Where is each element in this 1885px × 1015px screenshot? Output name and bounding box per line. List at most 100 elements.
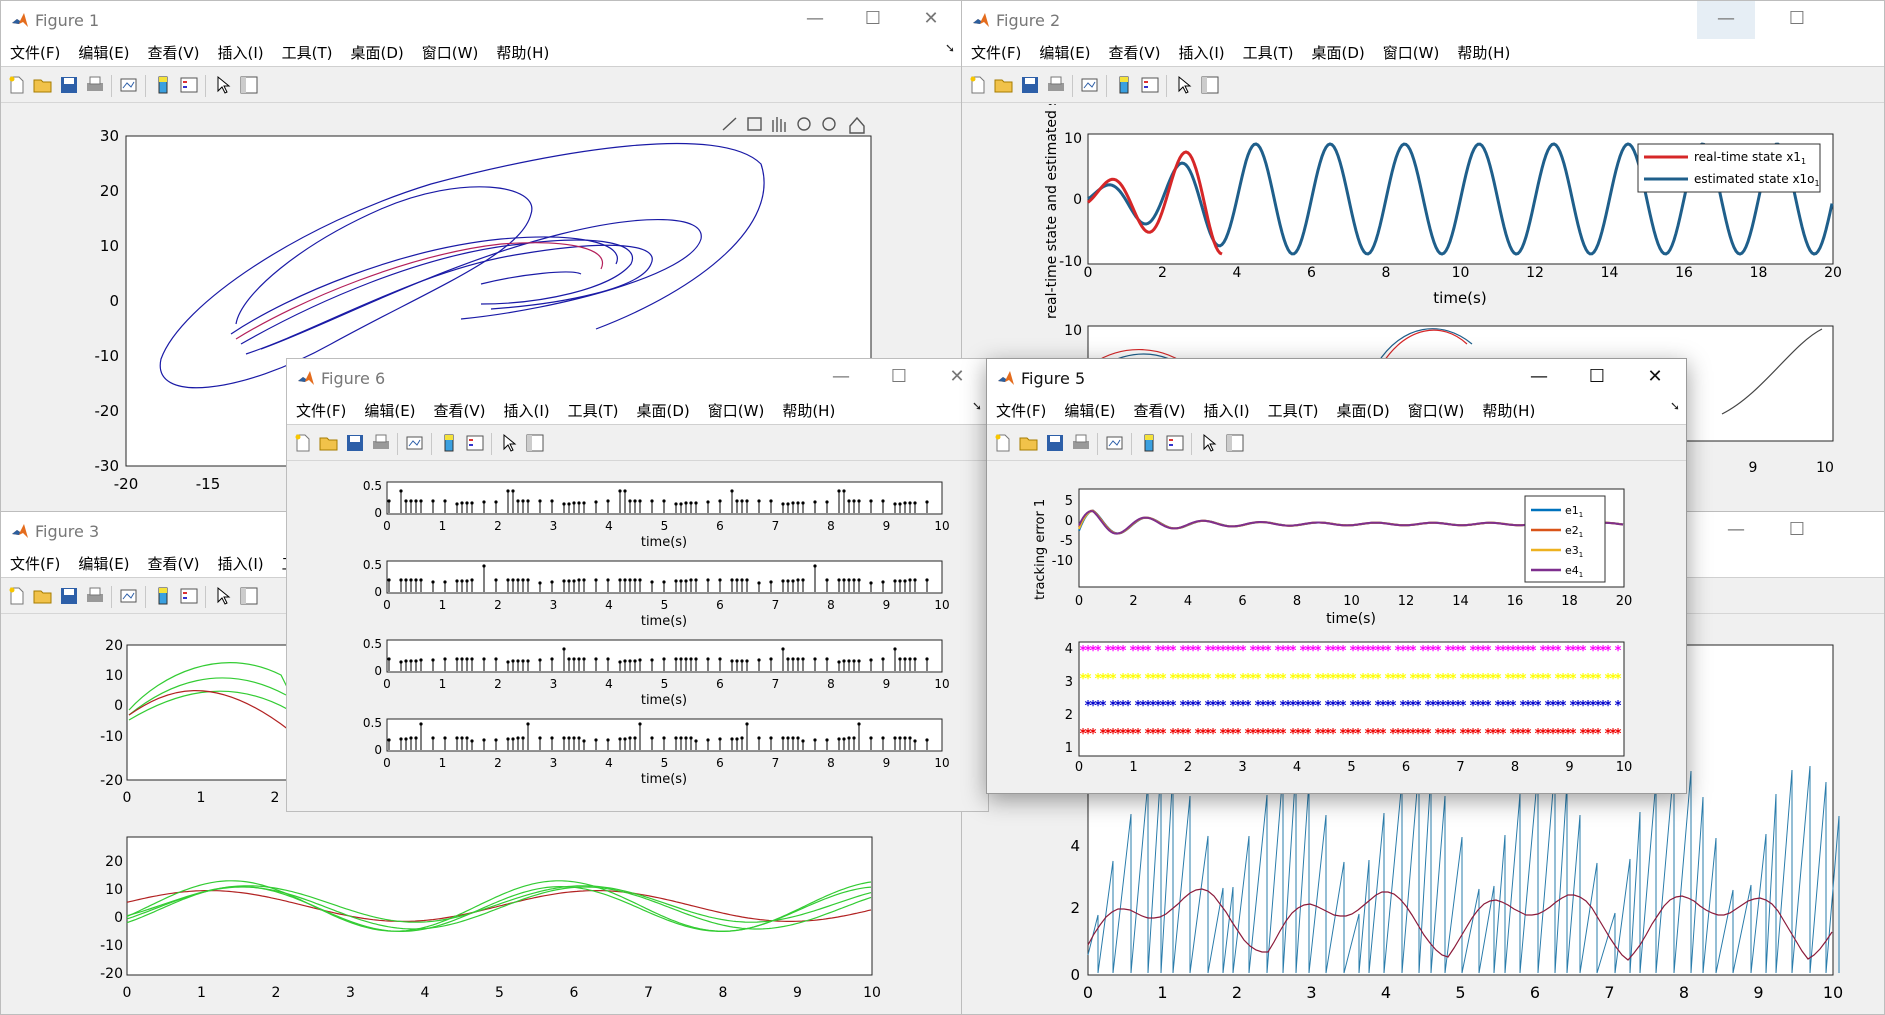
pointer-icon[interactable] bbox=[213, 586, 233, 606]
menu-tools[interactable]: 工具(T) bbox=[273, 39, 342, 67]
menu-insert[interactable]: 插入(I) bbox=[209, 39, 273, 67]
property-editor-icon[interactable] bbox=[1225, 433, 1245, 453]
pan-icon[interactable] bbox=[772, 117, 786, 132]
menu-window[interactable]: 窗口(W) bbox=[699, 397, 774, 425]
print-icon[interactable] bbox=[1046, 75, 1066, 95]
menu-window[interactable]: 窗口(W) bbox=[1399, 397, 1474, 425]
menu-desktop[interactable]: 桌面(D) bbox=[1303, 39, 1374, 67]
print-icon[interactable] bbox=[85, 586, 105, 606]
open-folder-icon[interactable] bbox=[319, 433, 339, 453]
colorbar-icon[interactable] bbox=[1114, 75, 1134, 95]
link-figure-icon[interactable] bbox=[119, 75, 139, 95]
new-file-icon[interactable] bbox=[968, 75, 988, 95]
link-figure-icon[interactable] bbox=[1080, 75, 1100, 95]
menu-tools[interactable]: 工具(T) bbox=[1259, 397, 1328, 425]
maximize-button[interactable]: ☐ bbox=[1768, 1, 1826, 39]
legend-icon[interactable] bbox=[179, 586, 199, 606]
close-button[interactable]: ✕ bbox=[902, 1, 960, 39]
minimize-button[interactable]: — bbox=[1697, 1, 1755, 39]
open-folder-icon[interactable] bbox=[33, 75, 53, 95]
save-icon[interactable] bbox=[345, 433, 365, 453]
pointer-icon[interactable] bbox=[1199, 433, 1219, 453]
menu-file[interactable]: 文件(F) bbox=[962, 39, 1030, 67]
maximize-button[interactable]: ☐ bbox=[870, 359, 928, 397]
menu-help[interactable]: 帮助(H) bbox=[1448, 39, 1519, 67]
menu-view[interactable]: 查看(V) bbox=[139, 550, 209, 578]
menu-help[interactable]: 帮助(H) bbox=[487, 39, 558, 67]
new-file-icon[interactable] bbox=[993, 433, 1013, 453]
minimize-button[interactable]: — bbox=[786, 1, 844, 39]
legend-icon[interactable] bbox=[1140, 75, 1160, 95]
pointer-icon[interactable] bbox=[499, 433, 519, 453]
menu-insert[interactable]: 插入(I) bbox=[495, 397, 559, 425]
open-folder-icon[interactable] bbox=[33, 586, 53, 606]
zoom-in-icon[interactable] bbox=[797, 117, 811, 131]
menu-desktop[interactable]: 桌面(D) bbox=[342, 39, 413, 67]
link-figure-icon[interactable] bbox=[405, 433, 425, 453]
minimize-button[interactable]: — bbox=[812, 359, 870, 397]
colorbar-icon[interactable] bbox=[153, 75, 173, 95]
menu-edit[interactable]: 编辑(E) bbox=[69, 550, 138, 578]
property-editor-icon[interactable] bbox=[1200, 75, 1220, 95]
menu-edit[interactable]: 编辑(E) bbox=[355, 397, 424, 425]
menu-insert[interactable]: 插入(I) bbox=[209, 550, 273, 578]
legend-icon[interactable] bbox=[1165, 433, 1185, 453]
menu-help[interactable]: 帮助(H) bbox=[1473, 397, 1544, 425]
save-icon[interactable] bbox=[59, 75, 79, 95]
menu-insert[interactable]: 插入(I) bbox=[1195, 397, 1259, 425]
menu-expand-icon[interactable]: ➘ bbox=[945, 41, 955, 55]
colorbar-icon[interactable] bbox=[153, 586, 173, 606]
link-figure-icon[interactable] bbox=[119, 586, 139, 606]
colorbar-icon[interactable] bbox=[439, 433, 459, 453]
figure5-window[interactable]: Figure 5 — ☐ ✕ 文件(F) 编辑(E) 查看(V) 插入(I) 工具(T)… bbox=[986, 358, 1687, 794]
legend-icon[interactable] bbox=[465, 433, 485, 453]
legend-icon[interactable] bbox=[179, 75, 199, 95]
print-icon[interactable] bbox=[371, 433, 391, 453]
menu-desktop[interactable]: 桌面(D) bbox=[1328, 397, 1399, 425]
menu-file[interactable]: 文件(F) bbox=[287, 397, 355, 425]
pointer-icon[interactable] bbox=[1174, 75, 1194, 95]
menu-file[interactable]: 文件(F) bbox=[987, 397, 1055, 425]
home-icon[interactable] bbox=[849, 116, 865, 134]
new-file-icon[interactable] bbox=[7, 586, 27, 606]
menu-view[interactable]: 查看(V) bbox=[1100, 39, 1170, 67]
zoom-out-icon[interactable] bbox=[822, 117, 836, 131]
menu-file[interactable]: 文件(F) bbox=[1, 39, 69, 67]
property-editor-icon[interactable] bbox=[239, 75, 259, 95]
menu-help[interactable]: 帮助(H) bbox=[773, 397, 844, 425]
menu-edit[interactable]: 编辑(E) bbox=[69, 39, 138, 67]
menu-edit[interactable]: 编辑(E) bbox=[1055, 397, 1124, 425]
menu-expand-icon[interactable]: ➘ bbox=[972, 399, 982, 413]
open-folder-icon[interactable] bbox=[994, 75, 1014, 95]
open-folder-icon[interactable] bbox=[1019, 433, 1039, 453]
brush-icon[interactable] bbox=[722, 117, 737, 131]
title-bar[interactable]: Figure 1 — ☐ ✕ bbox=[1, 1, 961, 39]
menu-view[interactable]: 查看(V) bbox=[1125, 397, 1195, 425]
minimize-button[interactable]: — bbox=[1707, 512, 1765, 550]
menu-view[interactable]: 查看(V) bbox=[425, 397, 495, 425]
close-button[interactable]: ✕ bbox=[928, 359, 986, 397]
title-bar[interactable]: Figure 5 — ☐ ✕ bbox=[987, 359, 1686, 397]
save-icon[interactable] bbox=[1045, 433, 1065, 453]
title-bar[interactable]: Figure 6 — ☐ ✕ bbox=[287, 359, 988, 397]
property-editor-icon[interactable] bbox=[525, 433, 545, 453]
figure6-window[interactable]: Figure 6 — ☐ ✕ 文件(F) 编辑(E) 查看(V) 插入(I) 工具(T)… bbox=[286, 358, 989, 812]
menu-edit[interactable]: 编辑(E) bbox=[1030, 39, 1099, 67]
menu-window[interactable]: 窗口(W) bbox=[413, 39, 488, 67]
maximize-button[interactable]: ☐ bbox=[844, 1, 902, 39]
save-icon[interactable] bbox=[1020, 75, 1040, 95]
minimize-button[interactable]: — bbox=[1510, 359, 1568, 397]
close-button[interactable]: ✕ bbox=[1626, 359, 1684, 397]
maximize-button[interactable]: ☐ bbox=[1768, 512, 1826, 550]
menu-view[interactable]: 查看(V) bbox=[139, 39, 209, 67]
menu-expand-icon[interactable]: ➘ bbox=[1670, 399, 1680, 413]
maximize-button[interactable]: ☐ bbox=[1568, 359, 1626, 397]
menu-desktop[interactable]: 桌面(D) bbox=[628, 397, 699, 425]
new-file-icon[interactable] bbox=[7, 75, 27, 95]
property-editor-icon[interactable] bbox=[239, 586, 259, 606]
menu-tools[interactable]: 工具(T) bbox=[559, 397, 628, 425]
menu-file[interactable]: 文件(F) bbox=[1, 550, 69, 578]
new-file-icon[interactable] bbox=[293, 433, 313, 453]
print-icon[interactable] bbox=[85, 75, 105, 95]
link-figure-icon[interactable] bbox=[1105, 433, 1125, 453]
